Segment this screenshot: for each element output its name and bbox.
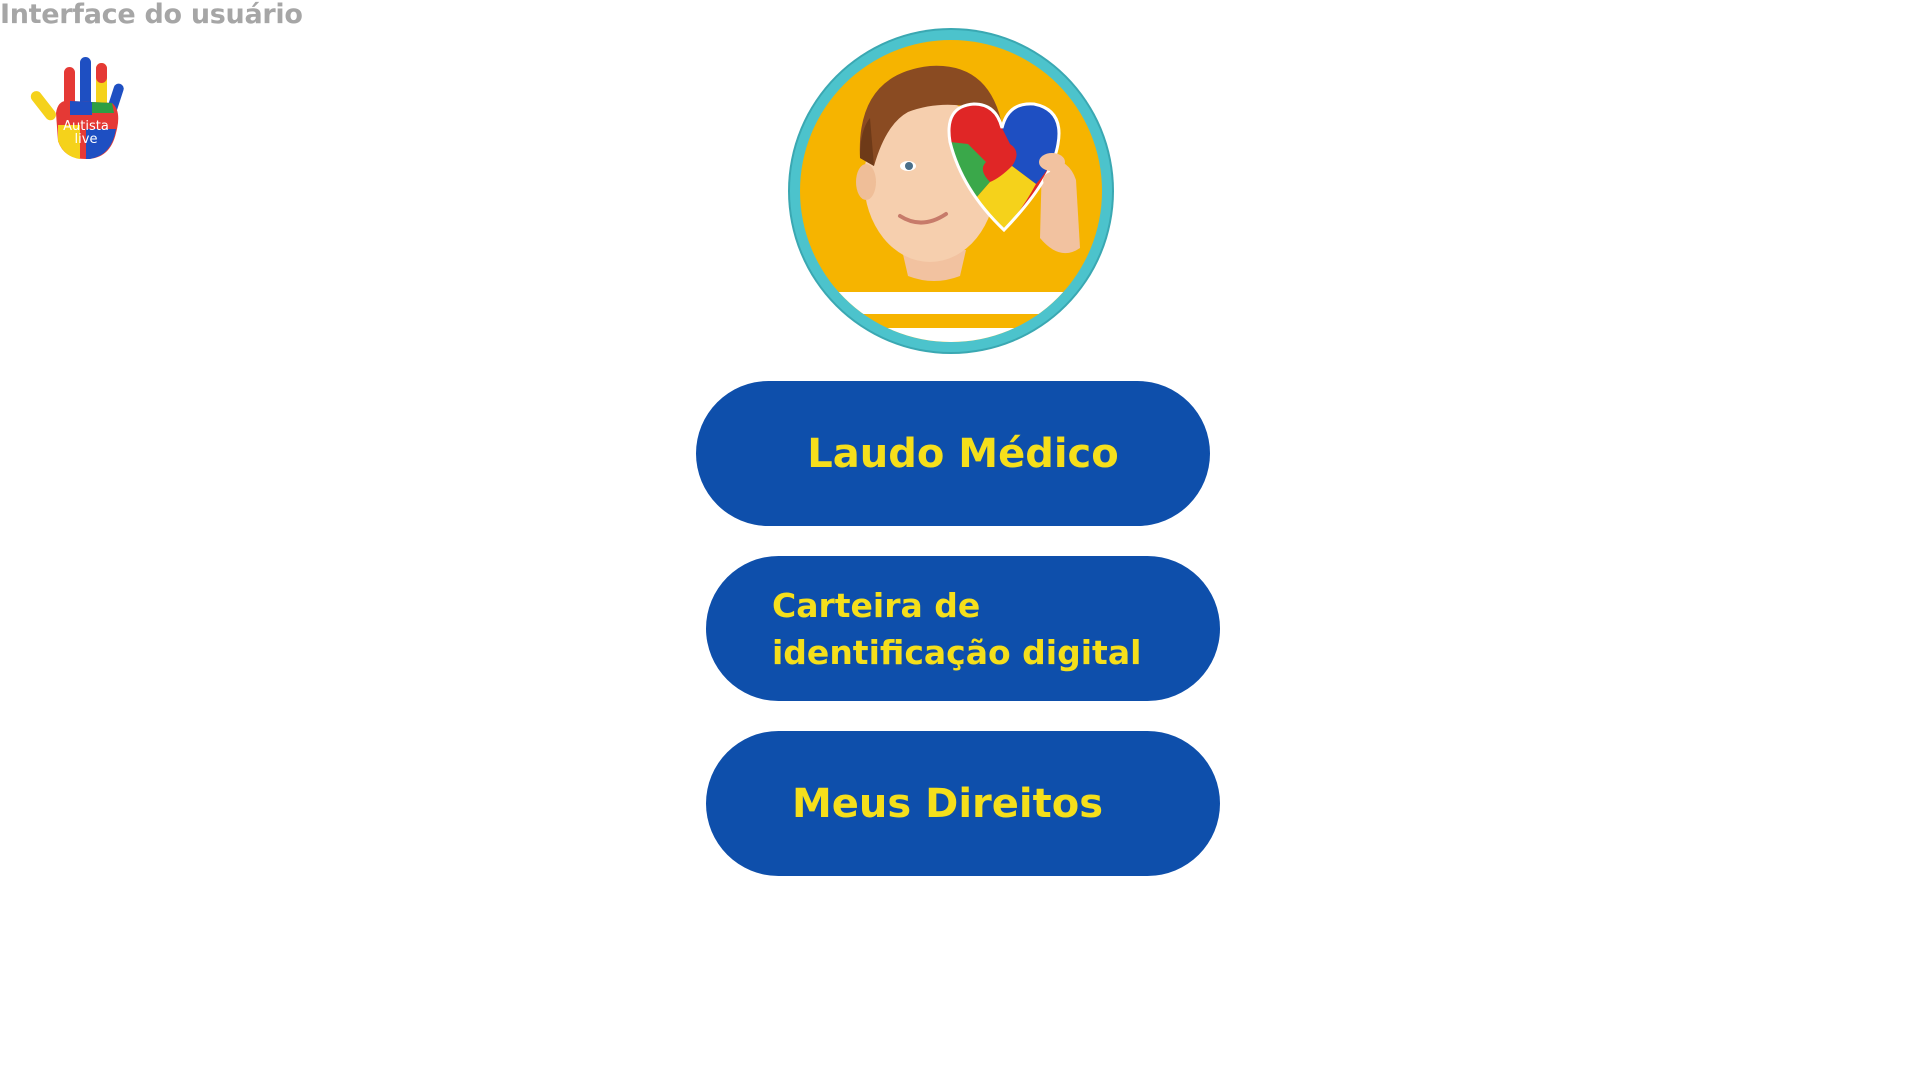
meus-direitos-button[interactable]: Meus Direitos <box>706 731 1220 876</box>
user-interface-page: Interface do usuário Autista live Laudo … <box>0 0 1920 1080</box>
hand-puzzle-logo-icon: Autista live <box>30 57 124 159</box>
meus-direitos-label: Meus Direitos <box>792 780 1104 827</box>
autista-live-logo: Autista live <box>30 55 140 165</box>
logo-text-line2: live <box>75 132 98 147</box>
hero-avatar-image <box>790 30 1112 352</box>
laudo-medico-button[interactable]: Laudo Médico <box>696 381 1210 526</box>
carteira-identificacao-button[interactable]: Carteira de identificação digital <box>706 556 1220 701</box>
carteira-identificacao-label: Carteira de identificação digital <box>772 585 1142 672</box>
page-title: Interface do usuário <box>0 0 303 30</box>
laudo-medico-label: Laudo Médico <box>807 430 1119 477</box>
child-with-puzzle-heart-photo <box>800 40 1102 342</box>
